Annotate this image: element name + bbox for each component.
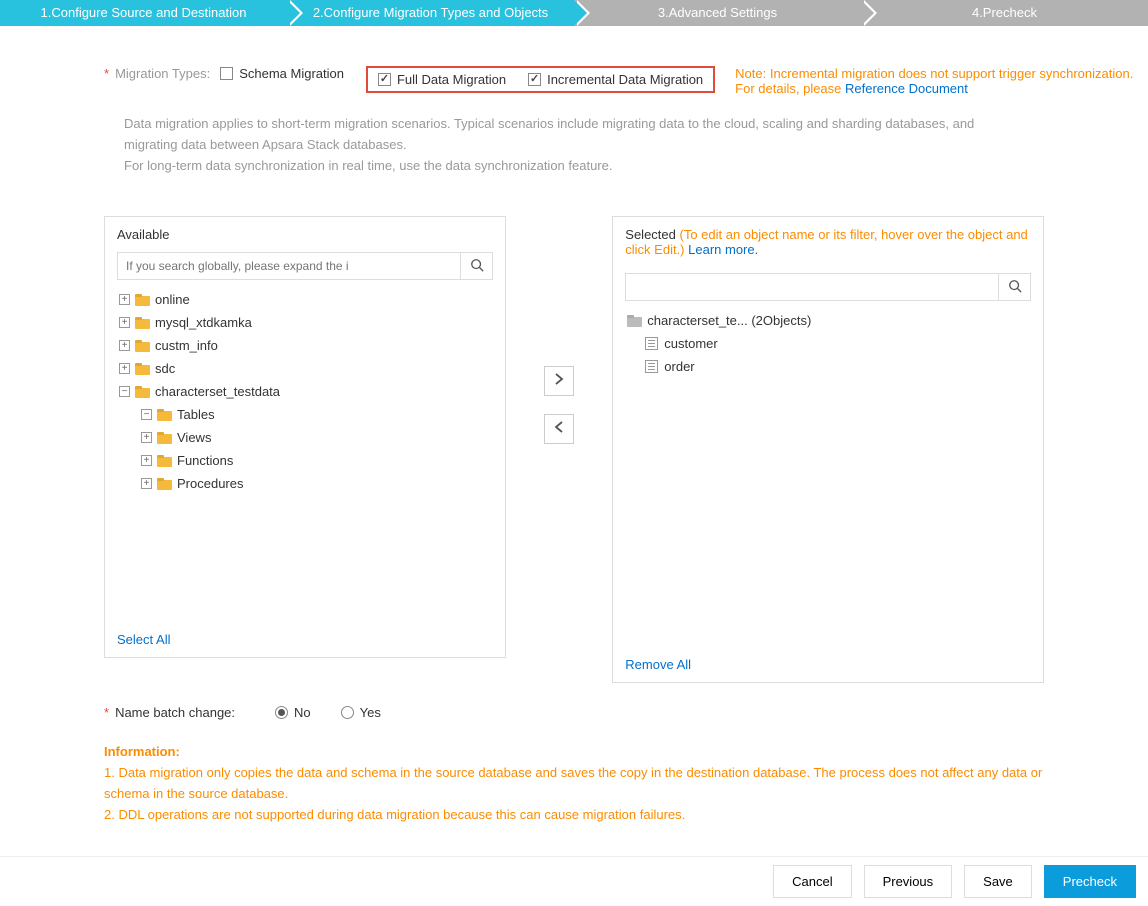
- tree-node[interactable]: +Procedures: [139, 472, 493, 495]
- search-icon[interactable]: [998, 274, 1030, 300]
- folder-icon: [135, 363, 150, 375]
- select-all-link[interactable]: Select All: [117, 632, 170, 647]
- checkbox-label: Full Data Migration: [397, 72, 506, 87]
- checkbox-icon: [528, 73, 541, 86]
- tree-node[interactable]: +online: [117, 288, 493, 311]
- selected-panel: Selected (To edit an object name or its …: [612, 216, 1044, 683]
- available-title: Available: [105, 217, 505, 252]
- radio-no[interactable]: No: [275, 705, 311, 720]
- checkbox-label: Schema Migration: [239, 66, 344, 81]
- folder-icon: [135, 340, 150, 352]
- step-2[interactable]: 2.Configure Migration Types and Objects: [287, 0, 574, 26]
- objects-selection-zone: Available +online +mysql_xtdkamka +custm…: [0, 176, 1148, 693]
- tree-node[interactable]: order: [625, 355, 1031, 378]
- available-search: [117, 252, 493, 280]
- radio-icon: [341, 706, 354, 719]
- folder-icon: [135, 317, 150, 329]
- available-tree: +online +mysql_xtdkamka +custm_info +sdc…: [117, 288, 493, 495]
- checkbox-icon: [220, 67, 233, 80]
- tree-node[interactable]: customer: [625, 332, 1031, 355]
- migration-types-label: Migration Types:: [115, 66, 210, 81]
- selected-hint: (To edit an object name or its filter, h…: [625, 227, 1028, 257]
- tree-node[interactable]: +Functions: [139, 449, 493, 472]
- required-asterisk: *: [104, 705, 109, 720]
- note-text: Note: Incremental migration does not sup…: [735, 66, 1148, 96]
- tree-node[interactable]: −Tables: [139, 403, 493, 426]
- expand-icon[interactable]: +: [141, 478, 152, 489]
- radio-yes[interactable]: Yes: [341, 705, 381, 720]
- table-icon: [645, 337, 658, 350]
- selected-header: Selected (To edit an object name or its …: [613, 217, 1043, 267]
- footer-bar: Cancel Previous Save Precheck: [0, 856, 1148, 906]
- available-search-input[interactable]: [118, 253, 460, 279]
- selected-title: Selected: [625, 227, 676, 242]
- step-3[interactable]: 3.Advanced Settings: [574, 0, 861, 26]
- step-1[interactable]: 1.Configure Source and Destination: [0, 0, 287, 26]
- available-panel: Available +online +mysql_xtdkamka +custm…: [104, 216, 506, 658]
- table-icon: [645, 360, 658, 373]
- tree-node[interactable]: −characterset_testdata: [117, 380, 493, 403]
- cancel-button[interactable]: Cancel: [773, 865, 851, 898]
- checkbox-label: Incremental Data Migration: [547, 72, 703, 87]
- checkbox-schema-migration[interactable]: Schema Migration: [220, 66, 344, 81]
- precheck-button[interactable]: Precheck: [1044, 865, 1136, 898]
- remove-all-link[interactable]: Remove All: [625, 657, 691, 672]
- folder-icon: [157, 409, 172, 421]
- checkbox-incremental-data-migration[interactable]: Incremental Data Migration: [528, 72, 703, 87]
- move-left-button[interactable]: [544, 414, 574, 444]
- expand-icon[interactable]: +: [119, 294, 130, 305]
- required-asterisk: *: [104, 66, 109, 81]
- info-title: Information:: [104, 742, 1044, 763]
- folder-icon: [135, 386, 150, 398]
- learn-more-link[interactable]: Learn more.: [688, 242, 758, 257]
- move-right-button[interactable]: [544, 366, 574, 396]
- batch-label: Name batch change:: [115, 705, 235, 720]
- tree-node[interactable]: characterset_te... (2Objects): [625, 309, 1031, 332]
- selected-search-input[interactable]: [626, 274, 998, 300]
- save-button[interactable]: Save: [964, 865, 1032, 898]
- selected-tree: characterset_te... (2Objects) customer o…: [613, 309, 1043, 378]
- reference-document-link[interactable]: Reference Document: [845, 81, 968, 96]
- expand-icon[interactable]: +: [141, 432, 152, 443]
- expand-icon[interactable]: +: [141, 455, 152, 466]
- radio-icon: [275, 706, 288, 719]
- expand-icon[interactable]: +: [119, 340, 130, 351]
- tree-node[interactable]: +custm_info: [117, 334, 493, 357]
- expand-icon[interactable]: +: [119, 363, 130, 374]
- transfer-arrows: [506, 216, 612, 444]
- expand-icon[interactable]: +: [119, 317, 130, 328]
- step-4[interactable]: 4.Precheck: [861, 0, 1148, 26]
- info-line-1: 1. Data migration only copies the data a…: [104, 763, 1044, 805]
- folder-icon: [157, 478, 172, 490]
- checkbox-full-data-migration[interactable]: Full Data Migration: [378, 72, 506, 87]
- information-block: Information: 1. Data migration only copi…: [0, 720, 1148, 855]
- description-text: Data migration applies to short-term mig…: [0, 96, 1020, 176]
- info-line-2: 2. DDL operations are not supported duri…: [104, 805, 1044, 826]
- tree-node[interactable]: +Views: [139, 426, 493, 449]
- folder-icon: [627, 315, 642, 327]
- collapse-icon[interactable]: −: [119, 386, 130, 397]
- wizard-steps: 1.Configure Source and Destination 2.Con…: [0, 0, 1148, 26]
- tree-node[interactable]: +sdc: [117, 357, 493, 380]
- checkbox-icon: [378, 73, 391, 86]
- folder-icon: [157, 455, 172, 467]
- tree-node[interactable]: +mysql_xtdkamka: [117, 311, 493, 334]
- highlight-box: Full Data Migration Incremental Data Mig…: [366, 66, 715, 93]
- search-icon[interactable]: [460, 253, 492, 279]
- previous-button[interactable]: Previous: [864, 865, 953, 898]
- folder-icon: [157, 432, 172, 444]
- folder-icon: [135, 294, 150, 306]
- selected-search: [625, 273, 1031, 301]
- migration-types-row: * Migration Types: Schema Migration Full…: [0, 46, 1148, 96]
- name-batch-change-row: * Name batch change: No Yes: [0, 693, 1148, 720]
- collapse-icon[interactable]: −: [141, 409, 152, 420]
